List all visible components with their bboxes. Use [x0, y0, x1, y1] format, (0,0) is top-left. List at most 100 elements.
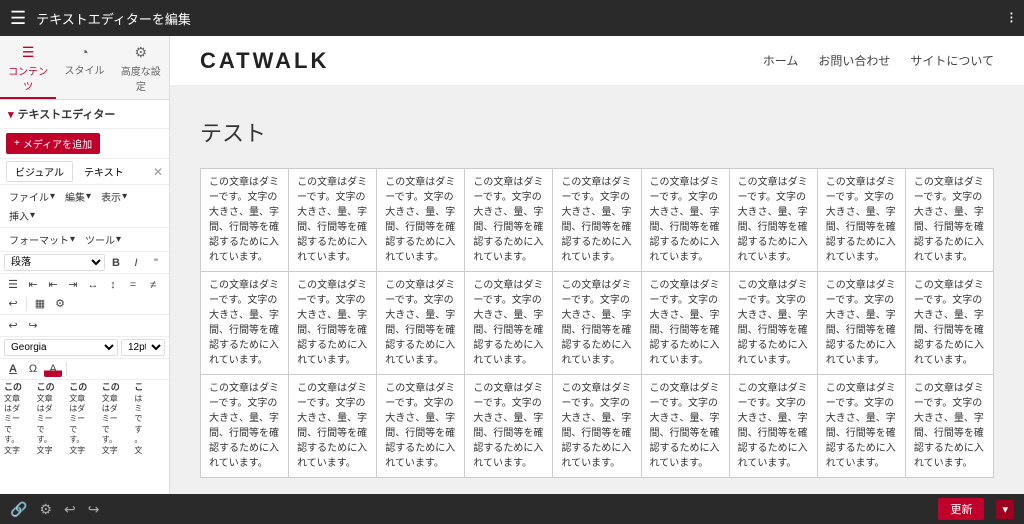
- tab-style[interactable]: ◔ スタイル: [56, 36, 112, 99]
- table-cell[interactable]: この文章はダミーです。文字の大きさ、量、字間、行間等を確認するために入れています…: [905, 169, 993, 272]
- table-cell[interactable]: この文章はダミーです。文字の大きさ、量、字間、行間等を確認するために入れています…: [641, 272, 729, 375]
- table-cell[interactable]: この文章はダミーです。文字の大きさ、量、字間、行間等を確認するために入れています…: [553, 169, 641, 272]
- settings-icon[interactable]: ⚙: [51, 295, 69, 312]
- outdent-icon[interactable]: ⇤: [24, 276, 42, 293]
- table-cell[interactable]: この文章はダミーです。文字の大きさ、量、字間、行間等を確認するために入れています…: [201, 375, 289, 478]
- page-title: テスト: [200, 116, 994, 148]
- nav-about[interactable]: サイトについて: [910, 52, 994, 69]
- table-cell[interactable]: この文章はダミーです。文字の大きさ、量、字間、行間等を確認するために入れています…: [553, 272, 641, 375]
- table-cell[interactable]: この文章はダミーです。文字の大きさ、量、字間、行間等を確認するために入れています…: [289, 272, 377, 375]
- redo-button[interactable]: ↪: [24, 317, 42, 334]
- redo-status-icon[interactable]: ↪: [88, 501, 100, 518]
- page-content: テスト この文章はダミーです。文字の大きさ、量、字間、行間等を確認するために入れ…: [170, 86, 1024, 494]
- plus-icon: +: [14, 138, 20, 149]
- table-icon[interactable]: ▦: [31, 295, 49, 312]
- delete-icon[interactable]: ✕: [153, 165, 163, 179]
- advanced-icon: ⚙: [117, 44, 165, 61]
- tab-visual[interactable]: ビジュアル: [6, 161, 73, 182]
- editor-table[interactable]: この文章はダミーです。文字の大きさ、量、字間、行間等を確認するために入れています…: [200, 168, 994, 478]
- table-cell[interactable]: この文章はダミーです。文字の大きさ、量、字間、行間等を確認するために入れています…: [817, 169, 905, 272]
- size-select[interactable]: 12pt 14pt 16pt: [121, 339, 165, 356]
- preview-col-4: この 文章 はダ ミー で す。 文字: [102, 382, 133, 456]
- divider2: [66, 362, 67, 376]
- nav-home[interactable]: ホーム: [763, 52, 799, 69]
- table-cell[interactable]: この文章はダミーです。文字の大きさ、量、字間、行間等を確認するために入れています…: [729, 272, 817, 375]
- table-cell[interactable]: この文章はダミーです。文字の大きさ、量、字間、行間等を確認するために入れています…: [553, 375, 641, 478]
- section-header[interactable]: ▾ テキストエディター: [0, 100, 169, 129]
- media-btn-label: メディアを追加: [23, 136, 92, 151]
- font-toolbar: Georgia Arial 12pt 14pt 16pt: [0, 337, 169, 359]
- menu-bar-2: フォーマット▾ ツール▾: [0, 228, 169, 252]
- symbol-button[interactable]: Ω: [24, 361, 42, 377]
- nav-contact[interactable]: お問い合わせ: [818, 52, 890, 69]
- unlink-icon[interactable]: ↩: [4, 295, 22, 312]
- table-cell[interactable]: この文章はダミーです。文字の大きさ、量、字間、行間等を確認するために入れています…: [289, 169, 377, 272]
- preview-area: この 文章 はダ ミー で す。 文字 この 文章 はダ ミー で す。 文字 …: [0, 380, 169, 494]
- menu-bar-1: ファイル▾ 編集▾ 表示▾ 挿入▾: [0, 185, 169, 228]
- align-center-icon[interactable]: ↔: [84, 277, 102, 293]
- status-bar: 🔗 ⚙ ↩ ↪ 更新 ▾: [0, 494, 1024, 524]
- table-body: この文章はダミーです。文字の大きさ、量、字間、行間等を確認するために入れています…: [201, 169, 994, 478]
- align-justify-icon[interactable]: ↕: [104, 277, 122, 293]
- save-dropdown-button[interactable]: ▾: [996, 500, 1014, 519]
- italic-button[interactable]: I: [127, 255, 145, 271]
- table-cell[interactable]: この文章はダミーです。文字の大きさ、量、字間、行間等を確認するために入れています…: [905, 272, 993, 375]
- sidebar-tabs: ☰ コンテンツ ◔ スタイル ⚙ 高度な設定: [0, 36, 169, 100]
- undo-button[interactable]: ↩: [4, 317, 22, 334]
- preview-col-2: この 文章 はダ ミー で す。 文字: [37, 382, 68, 456]
- table-cell[interactable]: この文章はダミーです。文字の大きさ、量、字間、行間等を確認するために入れています…: [201, 169, 289, 272]
- save-button[interactable]: 更新: [938, 498, 984, 520]
- table-cell[interactable]: この文章はダミーです。文字の大きさ、量、字間、行間等を確認するために入れています…: [201, 272, 289, 375]
- editor-mode-tabs: ビジュアル テキスト ✕: [0, 159, 169, 185]
- font-select[interactable]: Georgia Arial: [4, 339, 118, 356]
- tab-advanced[interactable]: ⚙ 高度な設定: [113, 36, 169, 99]
- link-status-icon[interactable]: 🔗: [10, 501, 27, 518]
- align-right-icon[interactable]: ⇥: [64, 276, 82, 293]
- table-cell[interactable]: この文章はダミーです。文字の大きさ、量、字間、行間等を確認するために入れています…: [817, 375, 905, 478]
- link-icon[interactable]: ≠: [144, 277, 162, 293]
- tab-text[interactable]: テキスト: [75, 161, 133, 182]
- highlight-button[interactable]: A: [44, 361, 62, 377]
- font-color-button[interactable]: A: [4, 361, 22, 377]
- table-cell[interactable]: この文章はダミーです。文字の大きさ、量、字間、行間等を確認するために入れています…: [377, 375, 465, 478]
- preview-col-1: この 文章 はダ ミー で す。 文字: [4, 382, 35, 456]
- menu-file[interactable]: ファイル▾: [4, 187, 60, 206]
- top-bar: ☰ テキストエディターを編集 ⁝: [0, 0, 1024, 36]
- grid-icon[interactable]: ⁝: [1009, 8, 1014, 28]
- table-cell[interactable]: この文章はダミーです。文字の大きさ、量、字間、行間等を確認するために入れています…: [641, 375, 729, 478]
- navbar: CATWALK ホーム お問い合わせ サイトについて: [170, 36, 1024, 86]
- table-cell[interactable]: この文章はダミーです。文字の大きさ、量、字間、行間等を確認するために入れています…: [377, 272, 465, 375]
- main-content: CATWALK ホーム お問い合わせ サイトについて テスト この文章はダミーで…: [170, 36, 1024, 494]
- quote-button[interactable]: ": [147, 255, 165, 271]
- align-left-icon[interactable]: ⇤: [44, 276, 62, 293]
- preview-col-5: こ は ミ で す 。 文: [134, 382, 165, 456]
- bold-button[interactable]: B: [107, 255, 125, 271]
- table-cell[interactable]: この文章はダミーです。文字の大きさ、量、字間、行間等を確認するために入れています…: [465, 272, 553, 375]
- hamburger-icon[interactable]: ☰: [10, 8, 26, 29]
- menu-insert[interactable]: 挿入▾: [4, 206, 40, 225]
- table-cell[interactable]: この文章はダミーです。文字の大きさ、量、字間、行間等を確認するために入れています…: [729, 375, 817, 478]
- menu-format[interactable]: フォーマット▾: [4, 230, 80, 249]
- undo-toolbar: ↩ ↪: [0, 315, 169, 337]
- add-media-button[interactable]: + メディアを追加: [6, 133, 100, 154]
- table-cell[interactable]: この文章はダミーです。文字の大きさ、量、字間、行間等を確認するために入れています…: [465, 169, 553, 272]
- strikethrough-icon[interactable]: =: [124, 277, 142, 293]
- undo-status-icon[interactable]: ↩: [64, 501, 76, 518]
- menu-view[interactable]: 表示▾: [96, 187, 132, 206]
- table-cell[interactable]: この文章はダミーです。文字の大きさ、量、字間、行間等を確認するために入れています…: [289, 375, 377, 478]
- menu-tools[interactable]: ツール▾: [80, 230, 126, 249]
- table-cell[interactable]: この文章はダミーです。文字の大きさ、量、字間、行間等を確認するために入れています…: [641, 169, 729, 272]
- list-icon[interactable]: ☰: [4, 276, 22, 293]
- table-row: この文章はダミーです。文字の大きさ、量、字間、行間等を確認するために入れています…: [201, 272, 994, 375]
- table-cell[interactable]: この文章はダミーです。文字の大きさ、量、字間、行間等を確認するために入れています…: [905, 375, 993, 478]
- table-cell[interactable]: この文章はダミーです。文字の大きさ、量、字間、行間等を確認するために入れています…: [465, 375, 553, 478]
- sidebar: ☰ コンテンツ ◔ スタイル ⚙ 高度な設定 ▾ テキストエディター + メディ…: [0, 36, 170, 494]
- table-cell[interactable]: この文章はダミーです。文字の大きさ、量、字間、行間等を確認するために入れています…: [729, 169, 817, 272]
- tab-advanced-label: 高度な設定: [121, 67, 161, 93]
- paragraph-select[interactable]: 段落 見出し1: [4, 254, 105, 271]
- menu-edit[interactable]: 編集▾: [60, 187, 96, 206]
- table-cell[interactable]: この文章はダミーです。文字の大きさ、量、字間、行間等を確認するために入れています…: [377, 169, 465, 272]
- tab-content[interactable]: ☰ コンテンツ: [0, 36, 56, 99]
- table-cell[interactable]: この文章はダミーです。文字の大きさ、量、字間、行間等を確認するために入れています…: [817, 272, 905, 375]
- settings-status-icon[interactable]: ⚙: [39, 501, 52, 518]
